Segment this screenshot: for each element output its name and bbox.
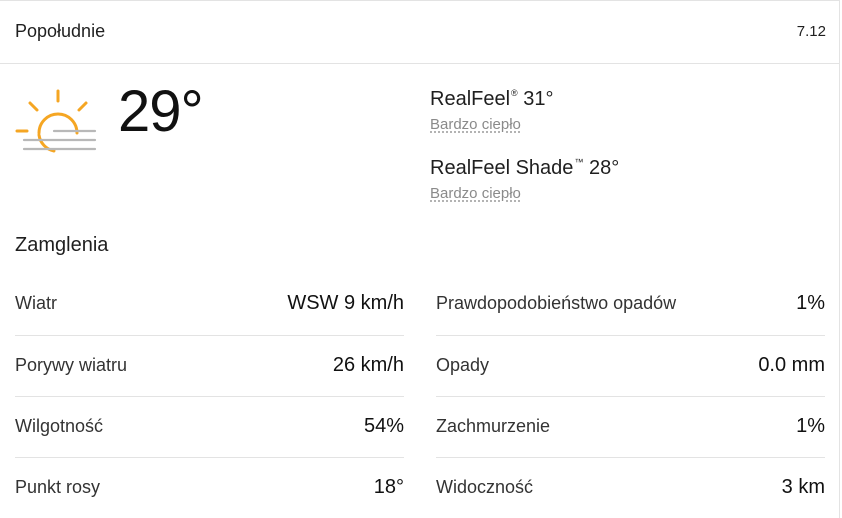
- period-date: 7.12: [796, 23, 826, 40]
- realfeel-shade-mark: ™: [574, 157, 584, 167]
- detail-label: Zachmurzenie: [436, 416, 551, 436]
- details-left-column: Wiatr WSW 9 km/h Porywy wiatru 26 km/h W…: [15, 274, 404, 518]
- detail-value: 0.0 mm: [758, 354, 825, 376]
- detail-value: WSW 9 km/h: [287, 292, 404, 314]
- detail-row: Prawdopodobieństwo opadów 1%: [436, 274, 825, 335]
- detail-label: Opady: [436, 355, 490, 375]
- realfeel-value: RealFeel® 31°: [430, 81, 554, 111]
- card-header: Popołudnie 7.12: [0, 1, 840, 64]
- detail-label: Widoczność: [436, 477, 534, 497]
- detail-label: Punkt rosy: [15, 477, 101, 497]
- detail-label: Wiatr: [15, 293, 57, 313]
- detail-value: 1%: [796, 415, 825, 437]
- detail-value: 26 km/h: [332, 354, 404, 376]
- realfeel-block: RealFeel® 31° Bardzo ciepło: [430, 81, 554, 133]
- detail-row: Wiatr WSW 9 km/h: [15, 274, 404, 335]
- detail-value: 54%: [363, 415, 404, 437]
- realfeel-label: RealFeel: [430, 88, 511, 110]
- current-temperature: 29°: [118, 79, 204, 144]
- forecast-card: Popołudnie 7.12 29° RealFeel® 31° Bardzo…: [0, 0, 840, 518]
- realfeel-temp: 31°: [523, 88, 554, 110]
- detail-label: Wilgotność: [15, 416, 104, 436]
- detail-value: 18°: [373, 476, 404, 498]
- details-right-column: Prawdopodobieństwo opadów 1% Opady 0.0 m…: [436, 274, 825, 518]
- detail-value: 1%: [796, 292, 825, 314]
- realfeel-shade-value: RealFeel Shade™ 28°: [430, 150, 619, 180]
- realfeel-shade-temp: 28°: [589, 157, 620, 179]
- detail-label: Prawdopodobieństwo opadów: [436, 293, 677, 313]
- detail-label: Porywy wiatru: [15, 355, 128, 375]
- detail-row: Widoczność 3 km: [436, 457, 825, 518]
- realfeel-shade-label: RealFeel Shade: [430, 157, 574, 179]
- detail-row: Porywy wiatru 26 km/h: [15, 335, 404, 396]
- weather-phrase: Zamglenia: [15, 234, 109, 256]
- detail-row: Opady 0.0 mm: [436, 335, 825, 396]
- detail-row: Punkt rosy 18°: [15, 457, 404, 518]
- realfeel-description-link[interactable]: Bardzo ciepło: [430, 116, 554, 133]
- period-title: Popołudnie: [15, 21, 106, 41]
- detail-value: 3 km: [781, 476, 825, 498]
- detail-row: Zachmurzenie 1%: [436, 396, 825, 457]
- realfeel-shade-description-link[interactable]: Bardzo ciepło: [430, 185, 619, 202]
- realfeel-mark: ®: [511, 88, 518, 98]
- detail-row: Wilgotność 54%: [15, 396, 404, 457]
- sun-haze-icon: [15, 89, 97, 153]
- realfeel-shade-block: RealFeel Shade™ 28° Bardzo ciepło: [430, 150, 619, 202]
